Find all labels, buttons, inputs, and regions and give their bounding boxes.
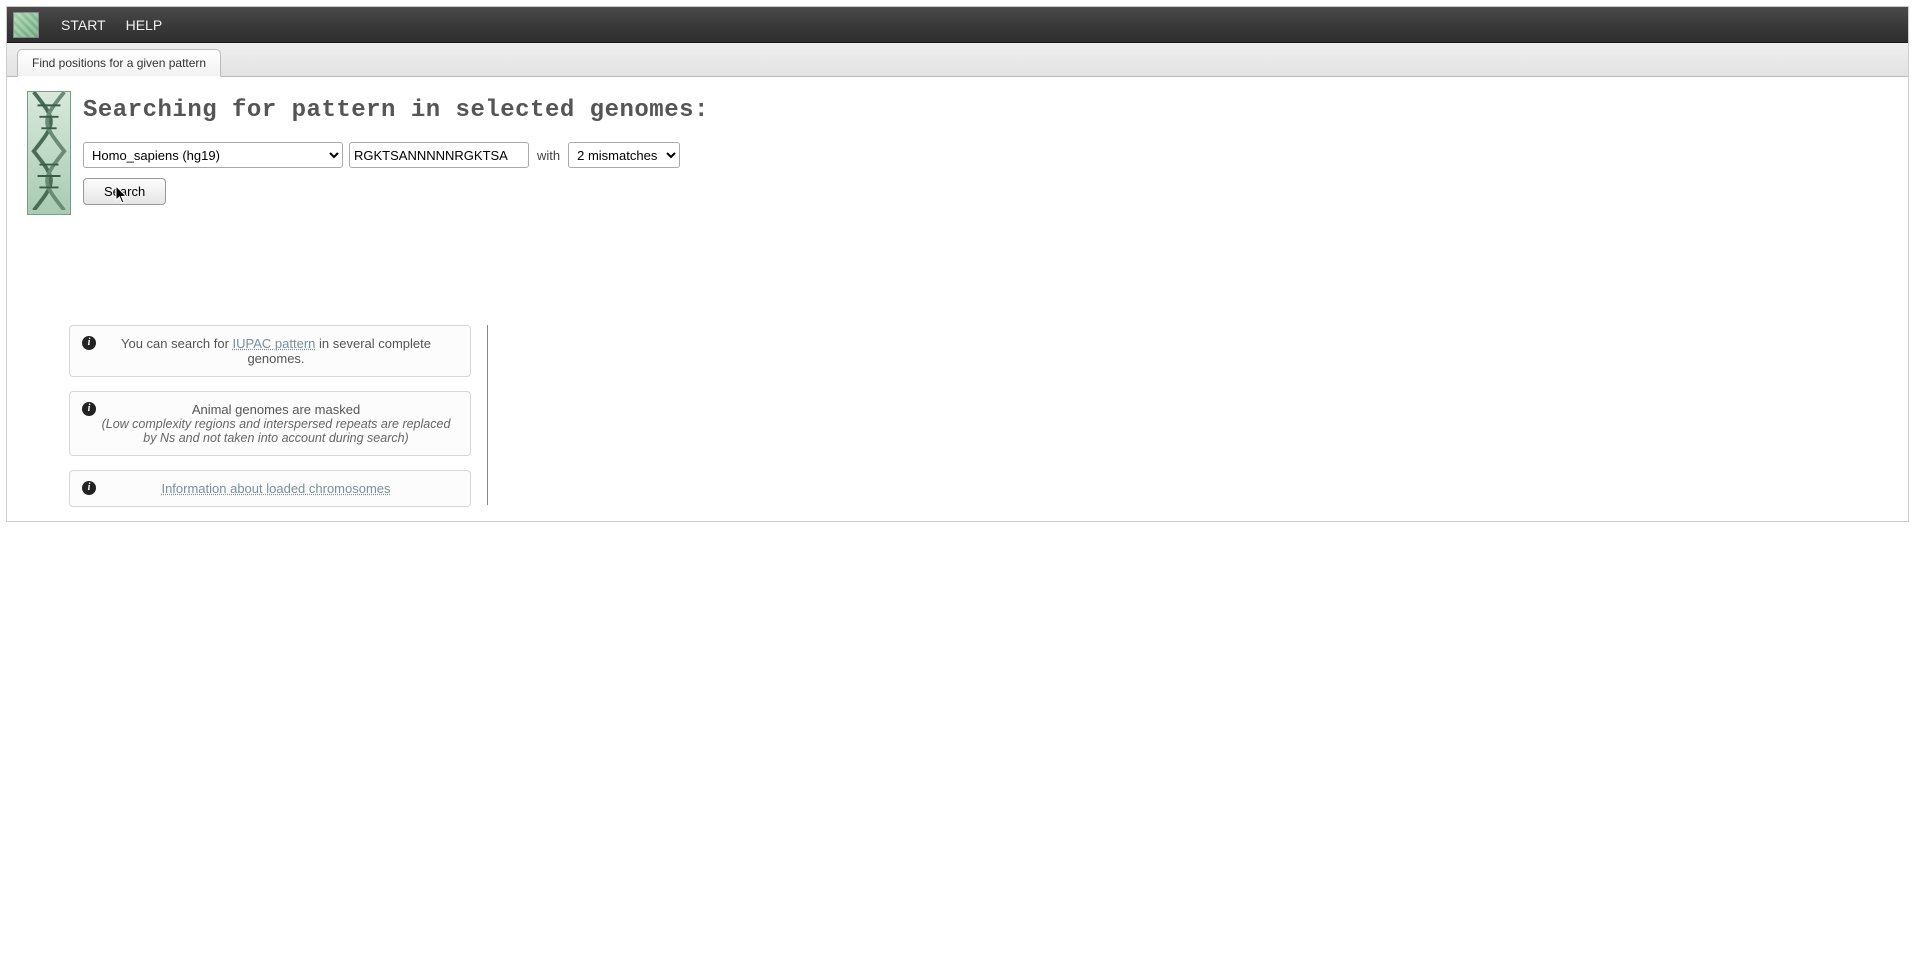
pattern-input[interactable]: [349, 142, 529, 168]
info-box-masked: i Animal genomes are masked (Low complex…: [69, 391, 471, 456]
tab-bar: Find positions for a given pattern: [7, 43, 1908, 77]
tab-find-positions[interactable]: Find positions for a given pattern: [17, 49, 221, 77]
genome-select[interactable]: Homo_sapiens (hg19): [83, 142, 343, 168]
content-area: Searching for pattern in selected genome…: [7, 77, 1908, 275]
menu-start[interactable]: START: [51, 13, 116, 37]
search-button[interactable]: Search: [83, 178, 166, 205]
info-zone: i You can search for IUPAC pattern in se…: [69, 325, 1908, 521]
info-title: Animal genomes are masked: [96, 402, 456, 417]
top-menubar: START HELP: [7, 7, 1908, 43]
info-note: (Low complexity regions and interspersed…: [96, 417, 456, 445]
info-box-iupac: i You can search for IUPAC pattern in se…: [69, 325, 471, 377]
menu-help[interactable]: HELP: [116, 13, 173, 37]
info-text: You can search for: [121, 336, 233, 351]
main-column: Searching for pattern in selected genome…: [83, 91, 1888, 205]
info-icon: i: [82, 402, 96, 416]
page-title: Searching for pattern in selected genome…: [83, 97, 1888, 124]
info-column: i You can search for IUPAC pattern in se…: [69, 325, 485, 521]
vertical-separator: [487, 325, 488, 505]
info-icon: i: [82, 481, 96, 495]
iupac-pattern-link[interactable]: IUPAC pattern: [233, 336, 316, 351]
chromosome-info-link[interactable]: Information about loaded chromosomes: [161, 481, 390, 496]
with-label: with: [535, 148, 562, 163]
info-icon: i: [82, 336, 96, 350]
dna-helix-icon: [27, 91, 71, 215]
app-frame: START HELP Find positions for a given pa…: [6, 6, 1909, 522]
info-box-chromosomes: i Information about loaded chromosomes: [69, 470, 471, 507]
mismatch-select[interactable]: 2 mismatches: [568, 142, 680, 168]
search-form-row: Homo_sapiens (hg19) with 2 mismatches: [83, 142, 1888, 168]
app-logo-icon[interactable]: [13, 12, 39, 38]
